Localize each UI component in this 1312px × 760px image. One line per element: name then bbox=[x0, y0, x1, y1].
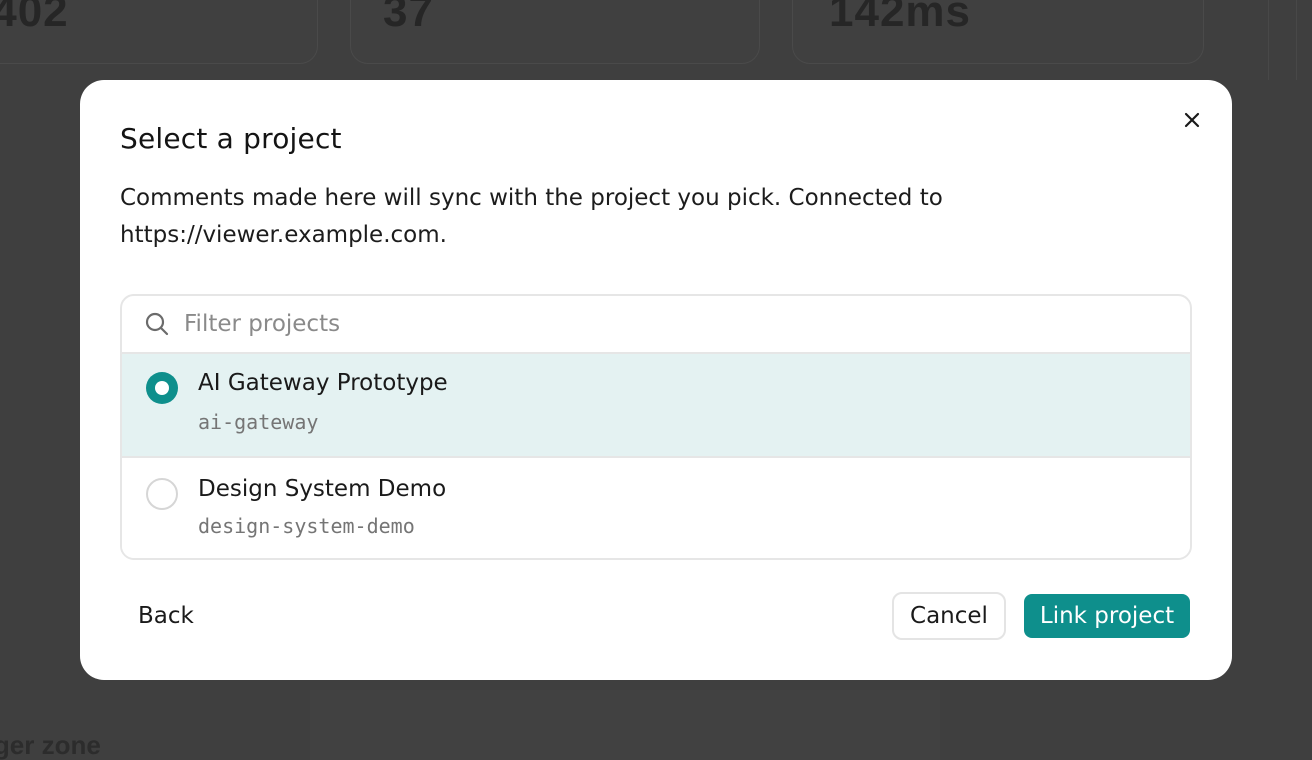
project-slug: design-system-demo bbox=[198, 514, 415, 538]
project-option-ai-gateway[interactable]: AI Gateway Prototype ai-gateway bbox=[122, 354, 1190, 458]
search-icon bbox=[145, 312, 169, 336]
divider bbox=[1296, 0, 1297, 80]
filter-projects-input[interactable] bbox=[184, 302, 1144, 346]
section-heading: nger zone bbox=[0, 730, 101, 760]
search-bar bbox=[122, 296, 1190, 354]
project-option-design-system-demo[interactable]: Design System Demo design-system-demo bbox=[122, 458, 1190, 558]
cancel-button[interactable]: Cancel bbox=[892, 592, 1006, 640]
close-icon bbox=[1184, 112, 1200, 128]
project-list: AI Gateway Prototype ai-gateway Design S… bbox=[120, 294, 1192, 560]
stat-card: ,402 bbox=[0, 0, 318, 64]
link-project-button[interactable]: Link project bbox=[1024, 594, 1190, 638]
stat-value: 37 bbox=[383, 0, 434, 36]
divider bbox=[1268, 0, 1269, 80]
project-name: Design System Demo bbox=[198, 476, 447, 502]
stat-value: 142ms bbox=[829, 0, 972, 36]
close-button[interactable] bbox=[1176, 104, 1208, 136]
background-panel bbox=[310, 690, 940, 760]
dialog-description: Comments made here will sync with the pr… bbox=[120, 185, 943, 248]
select-project-dialog: Select a project Comments made here will… bbox=[80, 80, 1232, 680]
back-button[interactable]: Back bbox=[120, 594, 212, 638]
project-name: AI Gateway Prototype bbox=[198, 370, 448, 396]
dialog-title: Select a project bbox=[120, 122, 342, 155]
project-slug: ai-gateway bbox=[198, 410, 319, 434]
radio-unselected[interactable] bbox=[146, 478, 178, 510]
stat-card: 142ms bbox=[792, 0, 1204, 64]
stat-value: ,402 bbox=[0, 0, 69, 36]
stat-card: 37 bbox=[350, 0, 760, 64]
radio-selected[interactable] bbox=[146, 372, 178, 404]
